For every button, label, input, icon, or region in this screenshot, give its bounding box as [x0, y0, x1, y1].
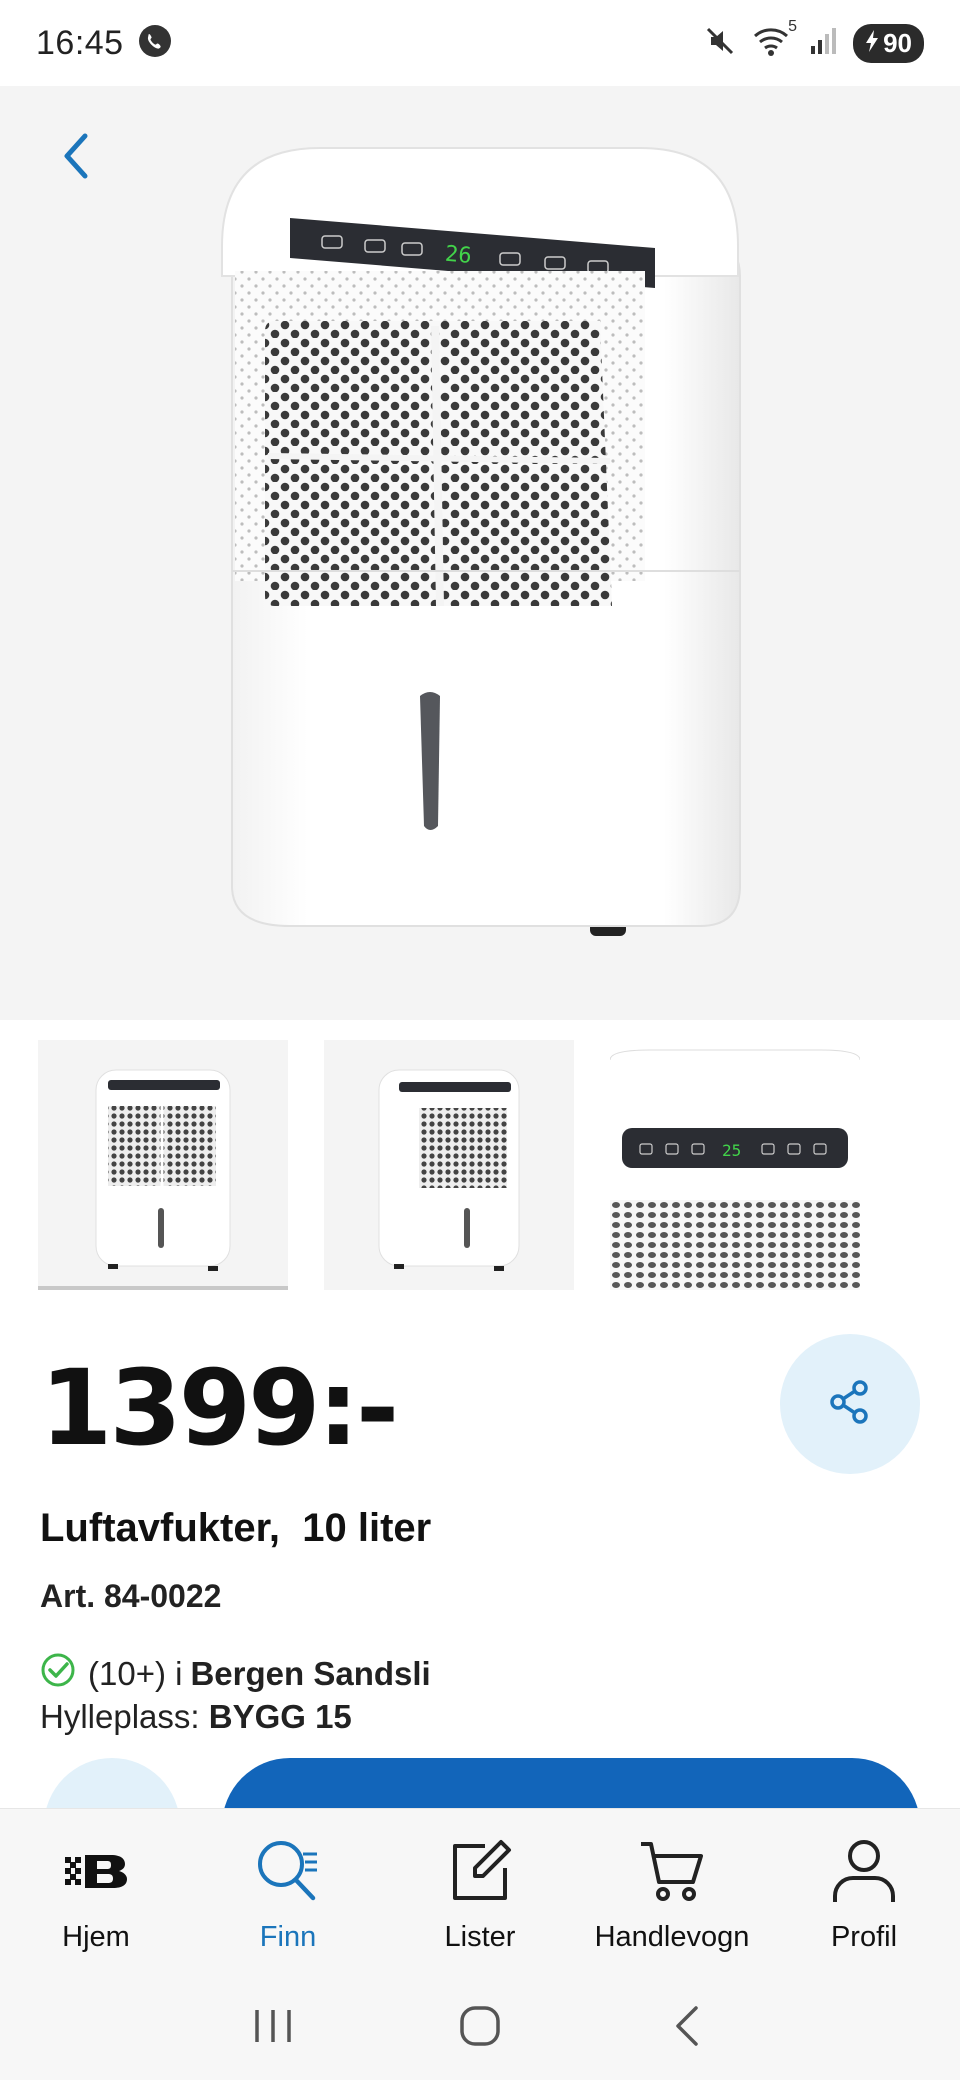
system-navigation [0, 1976, 960, 2080]
thumbnail-front[interactable] [38, 1040, 288, 1290]
mute-icon [703, 24, 737, 63]
battery-indicator: 90 [853, 23, 924, 63]
panel-display: 26 [444, 242, 473, 269]
nav-label-cart: Handlevogn [594, 1921, 750, 1953]
search-list-icon [248, 1831, 328, 1911]
nav-item-lists[interactable]: Lister [384, 1809, 576, 1976]
thumbnail-strip: 25 [0, 1040, 960, 1292]
shelf-value: BYGG 15 [208, 1698, 352, 1735]
wifi-band-label: 5 [788, 17, 798, 35]
nav-item-cart[interactable]: Handlevogn [576, 1809, 768, 1976]
nav-label-search: Finn [259, 1921, 317, 1953]
status-time: 16:45 [36, 23, 124, 62]
status-left: 16:45 [36, 24, 172, 63]
status-right: 5 90 [703, 18, 924, 63]
in-stock-check-icon [40, 1652, 76, 1696]
recents-icon [251, 2006, 295, 2051]
product-title: Luftavfukter, 10 liter [40, 1506, 432, 1550]
stock-status[interactable]: (10+) i Bergen Sandsli [40, 1652, 431, 1696]
wifi-icon: 5 [751, 18, 797, 63]
status-bar: 16:45 5 90 [0, 0, 960, 86]
share-icon [826, 1378, 874, 1431]
nav-label-lists: Lister [444, 1921, 516, 1953]
system-back-button[interactable] [647, 1998, 727, 2058]
back-icon [672, 2004, 702, 2053]
home-logo-icon [56, 1831, 136, 1911]
shelf-location: Hylleplass: BYGG 15 [40, 1698, 352, 1736]
signal-icon [809, 26, 839, 61]
nav-label-profile: Profil [830, 1921, 898, 1953]
thumbnail-display: 25 [722, 1141, 741, 1160]
nav-item-search[interactable]: Finn [192, 1809, 384, 1976]
edit-list-icon [440, 1831, 520, 1911]
cart-icon [632, 1831, 712, 1911]
thumbnail-side[interactable] [324, 1040, 574, 1290]
profile-icon [824, 1831, 904, 1911]
product-price: 1399:- [40, 1347, 399, 1469]
store-name: Bergen Sandsli [190, 1655, 431, 1692]
thumbnail-panel-closeup[interactable]: 25 [610, 1040, 860, 1290]
recents-button[interactable] [233, 1998, 313, 2058]
article-number: Art. 84-0022 [40, 1578, 222, 1614]
product-image-gallery[interactable]: 26 [0, 86, 960, 1020]
system-home-button[interactable] [440, 1998, 520, 2058]
battery-level: 90 [883, 27, 912, 58]
battery-charging-icon [865, 28, 879, 59]
nav-item-home[interactable]: Hjem [0, 1809, 192, 1976]
nav-label-home: Hjem [62, 1921, 130, 1953]
share-button[interactable] [780, 1334, 920, 1474]
shelf-label: Hylleplass: [40, 1698, 200, 1735]
phone-call-icon [138, 24, 172, 63]
stock-count: (10+) i [88, 1655, 183, 1692]
home-icon [458, 2004, 502, 2053]
product-image: 26 [221, 147, 741, 936]
bottom-navigation: Hjem Finn Lister Handlevogn Profil [0, 1808, 960, 1976]
nav-item-profile[interactable]: Profil [768, 1809, 960, 1976]
